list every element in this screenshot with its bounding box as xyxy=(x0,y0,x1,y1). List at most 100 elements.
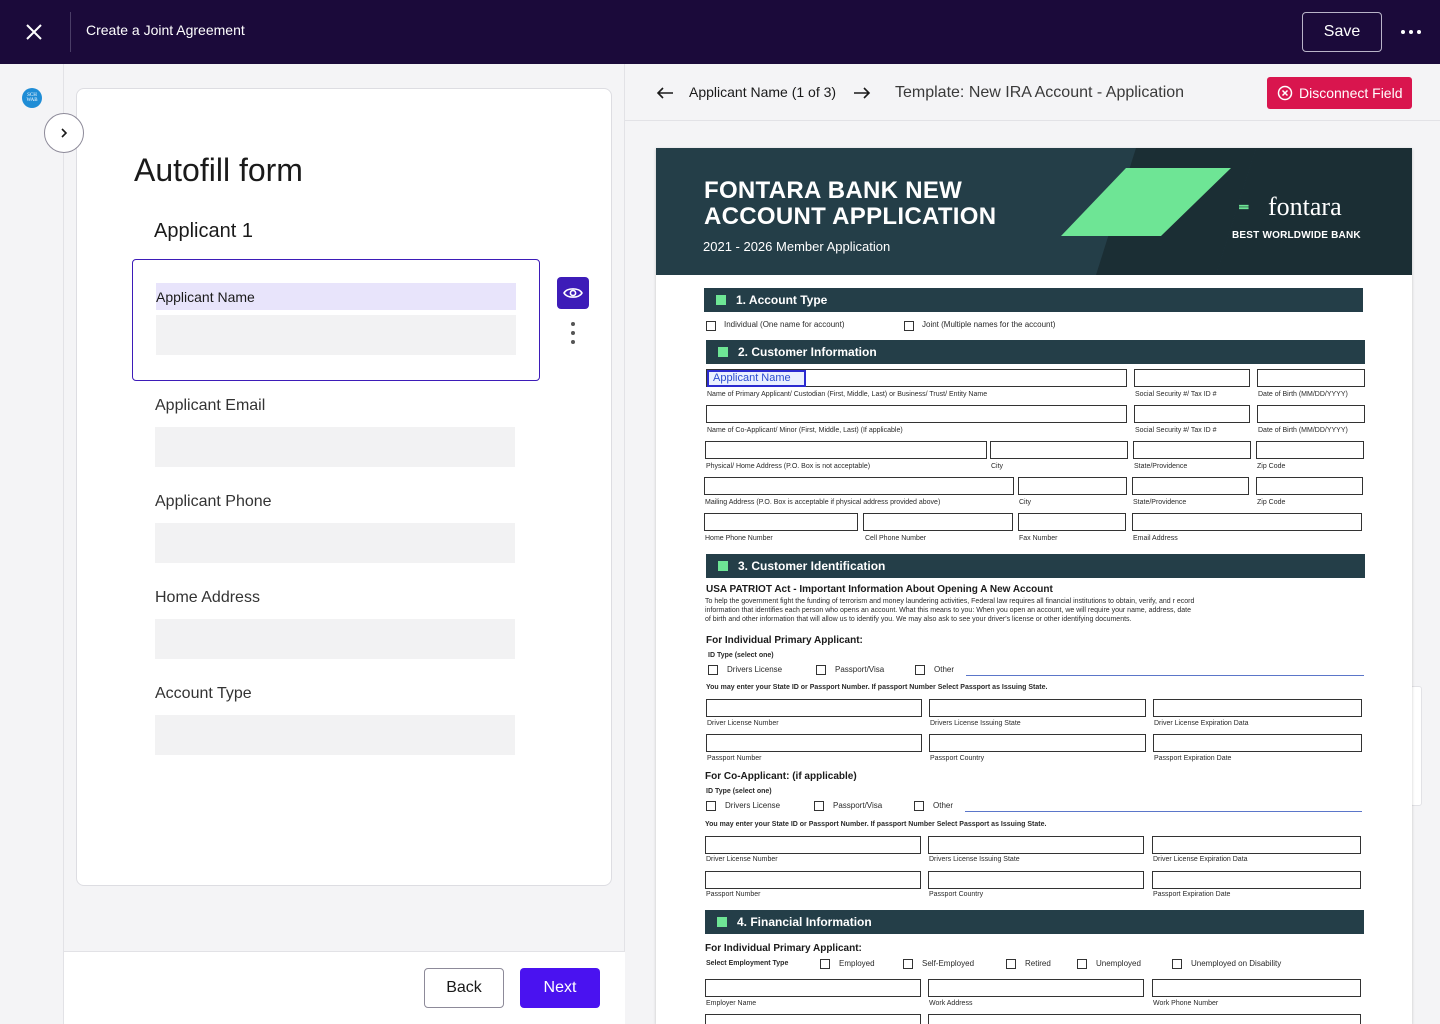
passport-country-box[interactable] xyxy=(929,734,1146,752)
back-button[interactable]: Back xyxy=(424,968,504,1008)
section-customer-identification: 3. Customer Identification xyxy=(706,554,1365,578)
drivers-license-checkbox[interactable] xyxy=(708,665,718,675)
mailing-city-box[interactable] xyxy=(1018,477,1127,495)
document-page: FONTARA BANK NEW ACCOUNT APPLICATION 202… xyxy=(656,148,1412,1024)
co-dl-number-box[interactable] xyxy=(705,836,921,854)
other-line xyxy=(966,675,1364,676)
joint-checkbox[interactable] xyxy=(904,321,914,331)
left-rail xyxy=(0,64,64,1024)
template-label: Template: New IRA Account - Application xyxy=(895,84,1185,101)
passport-number-box[interactable] xyxy=(706,734,922,752)
co-name-box[interactable] xyxy=(706,405,1127,423)
email-box[interactable] xyxy=(1132,513,1362,531)
co-drivers-license-checkbox[interactable] xyxy=(706,801,716,811)
page-title: Create a Joint Agreement xyxy=(86,22,245,38)
co-drivers-license-label: Drivers License xyxy=(725,801,781,810)
physical-address-box[interactable] xyxy=(705,441,987,459)
retired-checkbox[interactable] xyxy=(1006,959,1016,969)
co-passport-number-box[interactable] xyxy=(705,871,921,889)
cell-phone-box[interactable] xyxy=(863,513,1013,531)
work-address-box[interactable] xyxy=(928,979,1144,997)
employed-checkbox[interactable] xyxy=(820,959,830,969)
applicant-email-input[interactable] xyxy=(155,427,515,467)
document-title-line1: FONTARA BANK NEW xyxy=(704,177,963,204)
other-checkbox[interactable] xyxy=(915,665,925,675)
applicant-phone-input[interactable] xyxy=(155,523,515,563)
co-dl-number-caption: Driver License Number xyxy=(706,856,778,863)
more-options-button[interactable] xyxy=(1394,16,1428,48)
section-title: 1. Account Type xyxy=(736,293,828,307)
co-passport-checkbox[interactable] xyxy=(814,801,824,811)
work-phone-box[interactable] xyxy=(1152,979,1361,997)
co-passport-exp-box[interactable] xyxy=(1152,871,1361,889)
patriot-act-line1: To help the government fight the funding… xyxy=(705,598,1195,605)
ssn-box[interactable] xyxy=(1134,369,1250,387)
field-options-button[interactable] xyxy=(566,322,580,344)
home-phone-caption: Home Phone Number xyxy=(705,535,773,542)
document-subtitle: 2021 - 2026 Member Application xyxy=(703,239,891,254)
next-field-button[interactable] xyxy=(852,83,872,103)
co-applicant-heading: For Co-Applicant: (if applicable) xyxy=(705,771,857,782)
co-other-checkbox[interactable] xyxy=(914,801,924,811)
co-dl-exp-box[interactable] xyxy=(1152,836,1361,854)
mailing-address-box[interactable] xyxy=(704,477,1014,495)
id-type-caption: ID Type (select one) xyxy=(708,652,774,659)
preview-field-button[interactable] xyxy=(557,277,589,309)
unemployed-disability-label: Unemployed on Disability xyxy=(1191,959,1282,968)
dl-exp-box[interactable] xyxy=(1153,699,1362,717)
state-box[interactable] xyxy=(1133,441,1251,459)
next-button[interactable]: Next xyxy=(520,968,600,1008)
co-passport-country-box[interactable] xyxy=(928,871,1144,889)
co-dob-box[interactable] xyxy=(1257,405,1365,423)
applicant-phone-label: Applicant Phone xyxy=(155,493,272,510)
expand-panel-button[interactable] xyxy=(44,113,84,153)
fontara-logo-icon: ⁼ xyxy=(1238,198,1250,223)
mailing-state-box[interactable] xyxy=(1132,477,1249,495)
self-employed-checkbox[interactable] xyxy=(903,959,913,969)
passport-exp-box[interactable] xyxy=(1153,734,1362,752)
patriot-act-line3: of birth and other information that will… xyxy=(705,616,1132,623)
cell-phone-caption: Cell Phone Number xyxy=(865,535,927,542)
dob-caption: Date of Birth (MM/DD/YYYY) xyxy=(1258,391,1348,398)
next-row-box-wide[interactable] xyxy=(928,1014,1361,1024)
employer-name-box[interactable] xyxy=(705,979,921,997)
co-ssn-box[interactable] xyxy=(1134,405,1250,423)
applicant-name-input[interactable] xyxy=(156,315,516,355)
account-type-input[interactable] xyxy=(155,715,515,755)
drivers-license-label: Drivers License xyxy=(727,665,783,674)
arrow-left-icon xyxy=(656,87,673,99)
zip-box[interactable] xyxy=(1256,441,1364,459)
previous-field-button[interactable] xyxy=(655,83,675,103)
dl-state-box[interactable] xyxy=(929,699,1146,717)
applicant-name-label: Applicant Name xyxy=(156,283,516,310)
unemployed-checkbox[interactable] xyxy=(1077,959,1087,969)
dot-icon xyxy=(571,322,575,326)
home-phone-box[interactable] xyxy=(704,513,858,531)
unemployed-disability-checkbox[interactable] xyxy=(1172,959,1182,969)
dot-icon xyxy=(571,331,575,335)
home-address-input[interactable] xyxy=(155,619,515,659)
dot-icon xyxy=(571,340,575,344)
mailing-zip-box[interactable] xyxy=(1256,477,1363,495)
co-other-label: Other xyxy=(933,801,954,810)
mailing-state-caption: State/Providence xyxy=(1133,499,1187,506)
co-passport-exp-caption: Passport Expiration Date xyxy=(1153,891,1231,898)
next-row-box[interactable] xyxy=(705,1014,921,1024)
close-circle-icon xyxy=(1277,85,1293,101)
passport-number-caption: Passport Number xyxy=(707,755,762,762)
fax-box[interactable] xyxy=(1018,513,1126,531)
passport-checkbox[interactable] xyxy=(816,665,826,675)
co-dl-state-box[interactable] xyxy=(928,836,1144,854)
applicant-name-tag[interactable]: Applicant Name xyxy=(707,370,806,387)
city-box[interactable] xyxy=(990,441,1128,459)
dob-box[interactable] xyxy=(1257,369,1365,387)
dl-number-box[interactable] xyxy=(706,699,922,717)
disconnect-field-button[interactable]: Disconnect Field xyxy=(1267,77,1412,109)
save-button[interactable]: Save xyxy=(1302,12,1382,52)
individual-checkbox[interactable] xyxy=(706,321,716,331)
passport-country-caption: Passport Country xyxy=(930,755,985,762)
close-button[interactable] xyxy=(14,12,54,52)
field-navigation-label: Applicant Name (1 of 3) xyxy=(689,84,837,100)
co-dl-state-caption: Drivers License Issuing State xyxy=(929,856,1020,863)
work-address-caption: Work Address xyxy=(929,1000,973,1007)
